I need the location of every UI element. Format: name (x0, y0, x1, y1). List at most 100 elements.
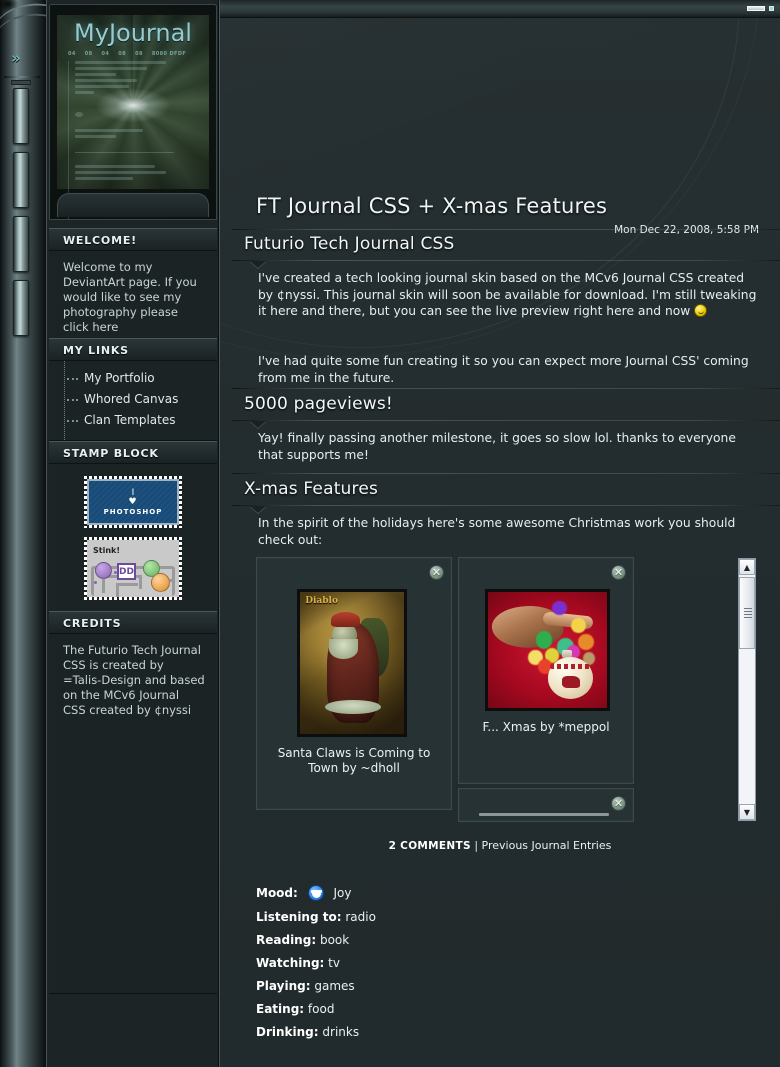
scroll-down-arrow-icon[interactable]: ▼ (739, 804, 755, 820)
header-shelf-decoration (57, 193, 209, 217)
metadata-row-drinking: Drinking: drinks (256, 1025, 376, 1039)
section-notch-icon (250, 421, 266, 428)
metadata-value: food (307, 1002, 335, 1016)
deviation-thumbnails: ✕ Diablo Santa Claws is Coming to Town b… (256, 557, 722, 822)
metadata-label: Eating: (256, 1002, 305, 1016)
sidebar-link-label: Clan Templates (84, 413, 176, 427)
metadata-value: radio (345, 910, 376, 924)
section-paragraph: I've created a tech looking journal skin… (258, 270, 759, 320)
thumbnail-card-xmas[interactable]: ✕ F... Xmas by *meppol (458, 557, 634, 784)
mini-nav-item: 08 (118, 51, 127, 57)
section-divider (232, 420, 780, 421)
rail-notch (11, 80, 31, 85)
section-paragraph: I've had quite some fun creating it so y… (258, 354, 749, 385)
page-root: » MyJournal 04 08 04 08 08 8080 DFDF WEL… (0, 0, 780, 1067)
stamp-line-photoshop: PHOTOSHOP (103, 507, 163, 516)
journal-footer: 2 COMMENTS | Previous Journal Entries (220, 839, 780, 852)
metadata-label: Reading: (256, 933, 317, 947)
thumbnail-image-xmas[interactable] (485, 589, 610, 711)
rail-tab-2[interactable] (13, 152, 29, 208)
close-icon[interactable]: ✕ (611, 796, 626, 811)
footer-separator: | (474, 839, 479, 852)
mini-nav-item: 08 (135, 51, 143, 57)
sidebar-link-whored-canvas[interactable]: Whored Canvas (49, 389, 217, 410)
section-heading-xmas: X-mas Features (244, 479, 379, 499)
sidebar-link-clan-templates[interactable]: Clan Templates (49, 410, 217, 431)
sidebar-link-my-portfolio[interactable]: My Portfolio (49, 368, 217, 389)
scroll-up-arrow-icon[interactable]: ▲ (739, 559, 755, 575)
sidebar-block-stamps: STAMP BLOCK I ♥ PHOTOSHOP Stink! DD (49, 441, 217, 615)
thumbnail-partial-line (479, 813, 609, 816)
heart-icon: ♥ (128, 496, 138, 507)
dot-dash-icon (67, 377, 78, 380)
dot-dash-icon (67, 419, 78, 422)
content-scrollbar[interactable]: ▲ ▼ (738, 558, 756, 821)
link-spine-decoration (64, 361, 65, 440)
metadata-label: Watching: (256, 956, 325, 970)
emoticon-purple-icon (95, 562, 112, 579)
metadata-row-mood: Mood: Joy (256, 885, 376, 901)
header-mini-nav: 04 08 04 08 08 8080 DFDF (68, 51, 206, 57)
stamp-photoshop[interactable]: I ♥ PHOTOSHOP (84, 476, 182, 528)
mini-nav-item: 08 (84, 51, 93, 57)
left-nav-rail: » (0, 0, 69, 1067)
sidebar-block-links: MY LINKS My Portfolio Whored Canvas Clan… (49, 338, 217, 441)
section-notch-icon (250, 506, 266, 513)
smiley-emoji-icon (694, 304, 708, 318)
sidebar-block-credits: CREDITS The Futurio Tech Journal CSS is … (49, 611, 217, 994)
mini-nav-item: 8080 DFDF (151, 51, 187, 57)
section-divider (232, 473, 780, 474)
comments-count-link[interactable]: 2 COMMENTS (389, 840, 471, 852)
thumbnail-image-santa[interactable]: Diablo (297, 589, 407, 737)
dot-dash-icon (67, 398, 78, 401)
section-divider (232, 260, 780, 261)
section-paragraph: In the spirit of the holidays here's som… (258, 516, 736, 547)
stamp-stink[interactable]: Stink! DD (84, 537, 182, 600)
journal-header-art: MyJournal 04 08 04 08 08 8080 DFDF (49, 4, 217, 220)
sidebar-link-label: My Portfolio (84, 371, 155, 385)
rail-cable-decoration (0, 0, 69, 58)
rail-tab-3[interactable] (13, 216, 29, 272)
thumbnail-caption-xmas[interactable]: F... Xmas by *meppol (465, 720, 627, 735)
metadata-label: Mood: (256, 886, 298, 900)
journal-metadata: Mood: Joy Listening to: radio Reading: b… (256, 885, 376, 1048)
metadata-row-listening: Listening to: radio (256, 910, 376, 924)
expand-nav-button[interactable]: » (2, 46, 28, 70)
window-status-dot-icon (769, 6, 774, 11)
metadata-label: Listening to: (256, 910, 342, 924)
section-heading-futurio: Futurio Tech Journal CSS (244, 234, 455, 254)
window-titlebar (220, 0, 780, 18)
thumbnail-card-partial[interactable]: ✕ (458, 788, 634, 822)
sidebar-heading-welcome: WELCOME! (49, 228, 217, 251)
metadata-row-reading: Reading: book (256, 933, 376, 947)
metadata-value: book (319, 933, 350, 947)
sidebar-credits-text: The Futurio Tech Journal CSS is created … (49, 634, 217, 994)
metadata-row-eating: Eating: food (256, 1002, 376, 1016)
metadata-row-watching: Watching: tv (256, 956, 376, 970)
artwork-watermark: Diablo (305, 596, 338, 607)
section-notch-icon (250, 261, 266, 268)
section-divider (232, 229, 780, 230)
mood-smiley-icon (307, 885, 324, 901)
sidebar-block-welcome: WELCOME! Welcome to my DeviantArt page. … (49, 228, 217, 347)
sidebar-heading-credits: CREDITS (49, 611, 217, 634)
journal-logo-title: MyJournal (74, 19, 192, 47)
thumbnail-card-santa[interactable]: ✕ Diablo Santa Claws is Coming to Town b… (256, 557, 452, 810)
paragraph-text: I've created a tech looking journal skin… (258, 271, 757, 319)
metadata-label: Drinking: (256, 1025, 319, 1039)
journal-entry-title: FT Journal CSS + X-mas Features (256, 194, 608, 218)
rail-tab-4[interactable] (13, 280, 29, 336)
scrollbar-thumb[interactable] (739, 577, 755, 649)
metadata-value: games (314, 979, 355, 993)
emoticon-orange-icon (151, 573, 170, 592)
minimize-button[interactable] (747, 6, 765, 11)
metadata-row-playing: Playing: games (256, 979, 376, 993)
close-icon[interactable]: ✕ (429, 565, 444, 580)
mini-nav-item: 04 (68, 51, 76, 57)
thumbnail-caption-santa[interactable]: Santa Claws is Coming to Town by ~dholl (263, 746, 445, 776)
previous-journal-entries-link[interactable]: Previous Journal Entries (482, 839, 612, 852)
rail-tab-1[interactable] (13, 88, 29, 144)
section-divider (232, 388, 780, 389)
close-icon[interactable]: ✕ (611, 565, 626, 580)
daily-deviation-badge: DD (117, 563, 136, 580)
